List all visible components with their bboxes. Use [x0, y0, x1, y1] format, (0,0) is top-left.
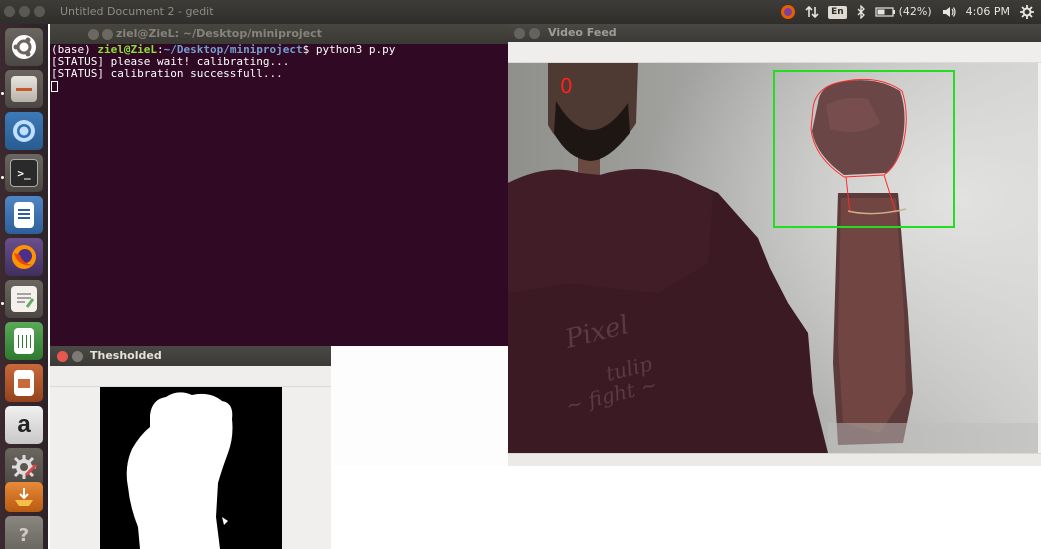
- question-icon: ?: [18, 524, 30, 546]
- camera-frame: Pixel tulip ~ fight ~ 0: [508, 63, 1038, 453]
- threshold-toolbar: [50, 366, 331, 387]
- finger-count-label: 0: [560, 74, 573, 98]
- active-window-title: Untitled Document 2 - gedit: [60, 5, 214, 18]
- battery-icon: [875, 7, 895, 17]
- video-feed-toolbar: [508, 42, 1041, 63]
- top-panel: Untitled Document 2 - gedit En (42%) 4:0…: [0, 0, 1041, 24]
- launcher-chromium-button[interactable]: [5, 112, 43, 150]
- desktop-blank-area: [331, 466, 1041, 549]
- running-indicator: [1, 302, 4, 305]
- launcher: >_ a ?: [0, 24, 48, 549]
- chromium-icon: [13, 120, 35, 142]
- minimize-icon[interactable]: [102, 29, 113, 40]
- settings-gear-icon: [12, 455, 38, 479]
- impress-icon: [14, 370, 34, 396]
- indicator-area: En (42%) 4:06 PM: [780, 0, 1035, 24]
- launcher-writer-button[interactable]: [5, 196, 43, 234]
- threshold-title: Thesholded: [90, 349, 162, 362]
- output-line: [STATUS] calibration successfull...: [51, 67, 283, 80]
- hand-silhouette: [126, 392, 233, 549]
- software-updater-icon: [15, 488, 33, 506]
- terminal-cursor: [51, 80, 58, 92]
- volume-icon[interactable]: [941, 5, 957, 19]
- launcher-files-button[interactable]: [5, 70, 43, 108]
- text-editor-icon: [11, 286, 37, 312]
- firefox-indicator-icon[interactable]: [780, 4, 796, 20]
- launcher-calc-button[interactable]: [5, 322, 43, 360]
- minimize-icon[interactable]: [72, 351, 83, 362]
- region-of-interest-box: [773, 70, 955, 228]
- video-feed-statusbar: [508, 453, 1041, 467]
- amazon-icon: a: [17, 411, 31, 438]
- close-icon[interactable]: [57, 351, 68, 362]
- command-text: python3 p.py: [315, 43, 396, 56]
- video-feed-titlebar[interactable]: Video Feed: [508, 24, 1041, 42]
- terminal-icon: >_: [10, 159, 38, 187]
- launcher-settings-button[interactable]: [5, 448, 43, 486]
- launcher-trash-button[interactable]: ?: [5, 516, 43, 549]
- close-icon[interactable]: [514, 28, 525, 39]
- launcher-updater-button[interactable]: [5, 482, 43, 512]
- firefox-icon: [12, 245, 36, 269]
- terminal-title: ziel@ZieL: ~/Desktop/miniproject: [116, 27, 322, 40]
- keyboard-layout-indicator[interactable]: En: [828, 5, 847, 19]
- files-icon: [11, 76, 37, 102]
- video-feed-window: Video Feed Pixel tulip ~ fight ~ 0: [508, 24, 1041, 467]
- terminal-window: ziel@ZieL: ~/Desktop/miniproject (base) …: [50, 24, 508, 346]
- terminal-output[interactable]: (base) ziel@ZieL:~/Desktop/miniproject$ …: [50, 44, 395, 92]
- network-updown-icon[interactable]: [805, 5, 819, 19]
- maximize-icon[interactable]: [34, 6, 45, 17]
- calc-icon: [14, 328, 34, 354]
- running-indicator: [1, 176, 4, 179]
- bluetooth-icon[interactable]: [856, 5, 866, 19]
- ubuntu-logo-icon: [12, 35, 36, 59]
- desktop: Untitled Document 2 - gedit En (42%) 4:0…: [0, 0, 1041, 549]
- running-indicator: [1, 92, 4, 95]
- threshold-window: Thesholded: [50, 346, 331, 549]
- battery-percent: (42%): [898, 5, 932, 18]
- close-icon[interactable]: [4, 6, 15, 17]
- video-feed-title: Video Feed: [548, 26, 617, 39]
- threshold-titlebar[interactable]: Thesholded: [50, 346, 331, 366]
- launcher-firefox-button[interactable]: [5, 238, 43, 276]
- clock[interactable]: 4:06 PM: [966, 0, 1010, 24]
- battery-indicator[interactable]: (42%): [875, 0, 932, 24]
- launcher-amazon-button[interactable]: a: [5, 406, 43, 444]
- gear-icon[interactable]: [1019, 4, 1035, 20]
- launcher-impress-button[interactable]: [5, 364, 43, 402]
- launcher-terminal-button[interactable]: >_: [5, 154, 43, 192]
- minimize-icon[interactable]: [19, 6, 30, 17]
- close-icon[interactable]: [88, 29, 99, 40]
- launcher-text-editor-button[interactable]: [5, 280, 43, 318]
- writer-icon: [14, 202, 34, 228]
- minimize-icon[interactable]: [529, 28, 540, 39]
- terminal-titlebar[interactable]: ziel@ZieL: ~/Desktop/miniproject: [50, 24, 508, 44]
- prompt-dollar: $: [302, 43, 316, 56]
- launcher-dash-button[interactable]: [5, 28, 43, 66]
- threshold-mask-image: [100, 387, 282, 549]
